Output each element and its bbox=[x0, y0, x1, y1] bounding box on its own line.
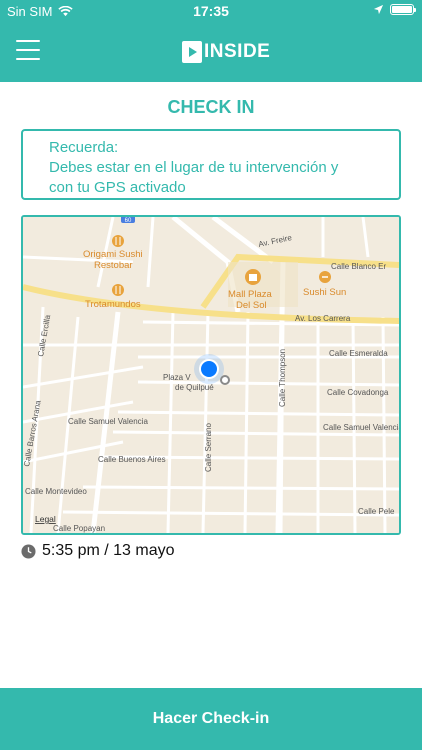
status-right bbox=[373, 4, 416, 15]
street-label: Calle Covadonga bbox=[327, 388, 389, 397]
reminder-line-2: con tu GPS activado bbox=[49, 179, 186, 196]
street-label: Calle Samuel Valencia bbox=[68, 417, 148, 426]
route-badge-label: 60 bbox=[125, 218, 132, 224]
brand-logo-icon bbox=[182, 41, 202, 63]
poi-label: Origami Sushi bbox=[83, 249, 143, 260]
poi-label: Del Sol bbox=[236, 300, 267, 311]
restaurant-icon bbox=[112, 284, 124, 296]
street-label: de Quilpué bbox=[175, 383, 214, 392]
street-label: Calle Buenos Aires bbox=[98, 455, 166, 464]
street-label: Calle Montevideo bbox=[25, 487, 87, 496]
street-label: Calle Popayan bbox=[53, 524, 105, 533]
street-label: Calle Samuel Valencia bbox=[323, 423, 399, 432]
street-label: Calle Serrano bbox=[204, 423, 213, 472]
street-label: Calle Thompson bbox=[278, 349, 287, 407]
poi-label: Sushi Sun bbox=[303, 287, 346, 298]
street-label: Calle Pele bbox=[358, 507, 395, 516]
page-title: CHECK IN bbox=[167, 97, 255, 117]
status-bar: Sin SIM 17:35 bbox=[0, 0, 422, 22]
location-map[interactable]: 60 Origami Sushi Restobar Trotamundos Ma… bbox=[21, 215, 401, 535]
checkin-timestamp: 5:35 pm / 13 mayo bbox=[21, 542, 175, 560]
checkin-button[interactable]: Hacer Check-in bbox=[0, 688, 422, 750]
shopping-icon bbox=[245, 269, 261, 285]
reminder-heading: Recuerda: bbox=[49, 139, 119, 156]
poi-label: Restobar bbox=[94, 260, 133, 271]
street-label: Av. Los Carrera bbox=[295, 314, 351, 323]
status-time: 17:35 bbox=[193, 3, 229, 19]
street-label: Plaza V bbox=[163, 373, 191, 382]
timestamp-text: 5:35 pm / 13 mayo bbox=[42, 542, 175, 559]
street-label: Calle Esmeralda bbox=[329, 349, 388, 358]
battery-icon bbox=[390, 4, 416, 15]
street-label: Calle Blanco Er bbox=[331, 262, 386, 271]
map-legal-link[interactable]: Legal bbox=[35, 514, 56, 524]
clock-icon bbox=[21, 543, 36, 559]
reminder-line-1: Debes estar en el lugar de tu intervenci… bbox=[49, 159, 339, 176]
location-arrow-icon bbox=[373, 4, 384, 15]
brand-name: INSIDE bbox=[204, 41, 271, 62]
reminder-box: Recuerda: Debes estar en el lugar de tu … bbox=[21, 129, 401, 200]
poi-label: Mall Plaza bbox=[228, 289, 273, 300]
brand-logo: INSIDE bbox=[182, 40, 270, 64]
restaurant-icon bbox=[112, 235, 124, 247]
hamburger-menu-icon[interactable] bbox=[16, 40, 40, 60]
restaurant-icon bbox=[319, 271, 331, 283]
app-header: Sin SIM 17:35 INSIDE bbox=[0, 0, 422, 82]
poi-label: Trotamundos bbox=[85, 299, 141, 310]
